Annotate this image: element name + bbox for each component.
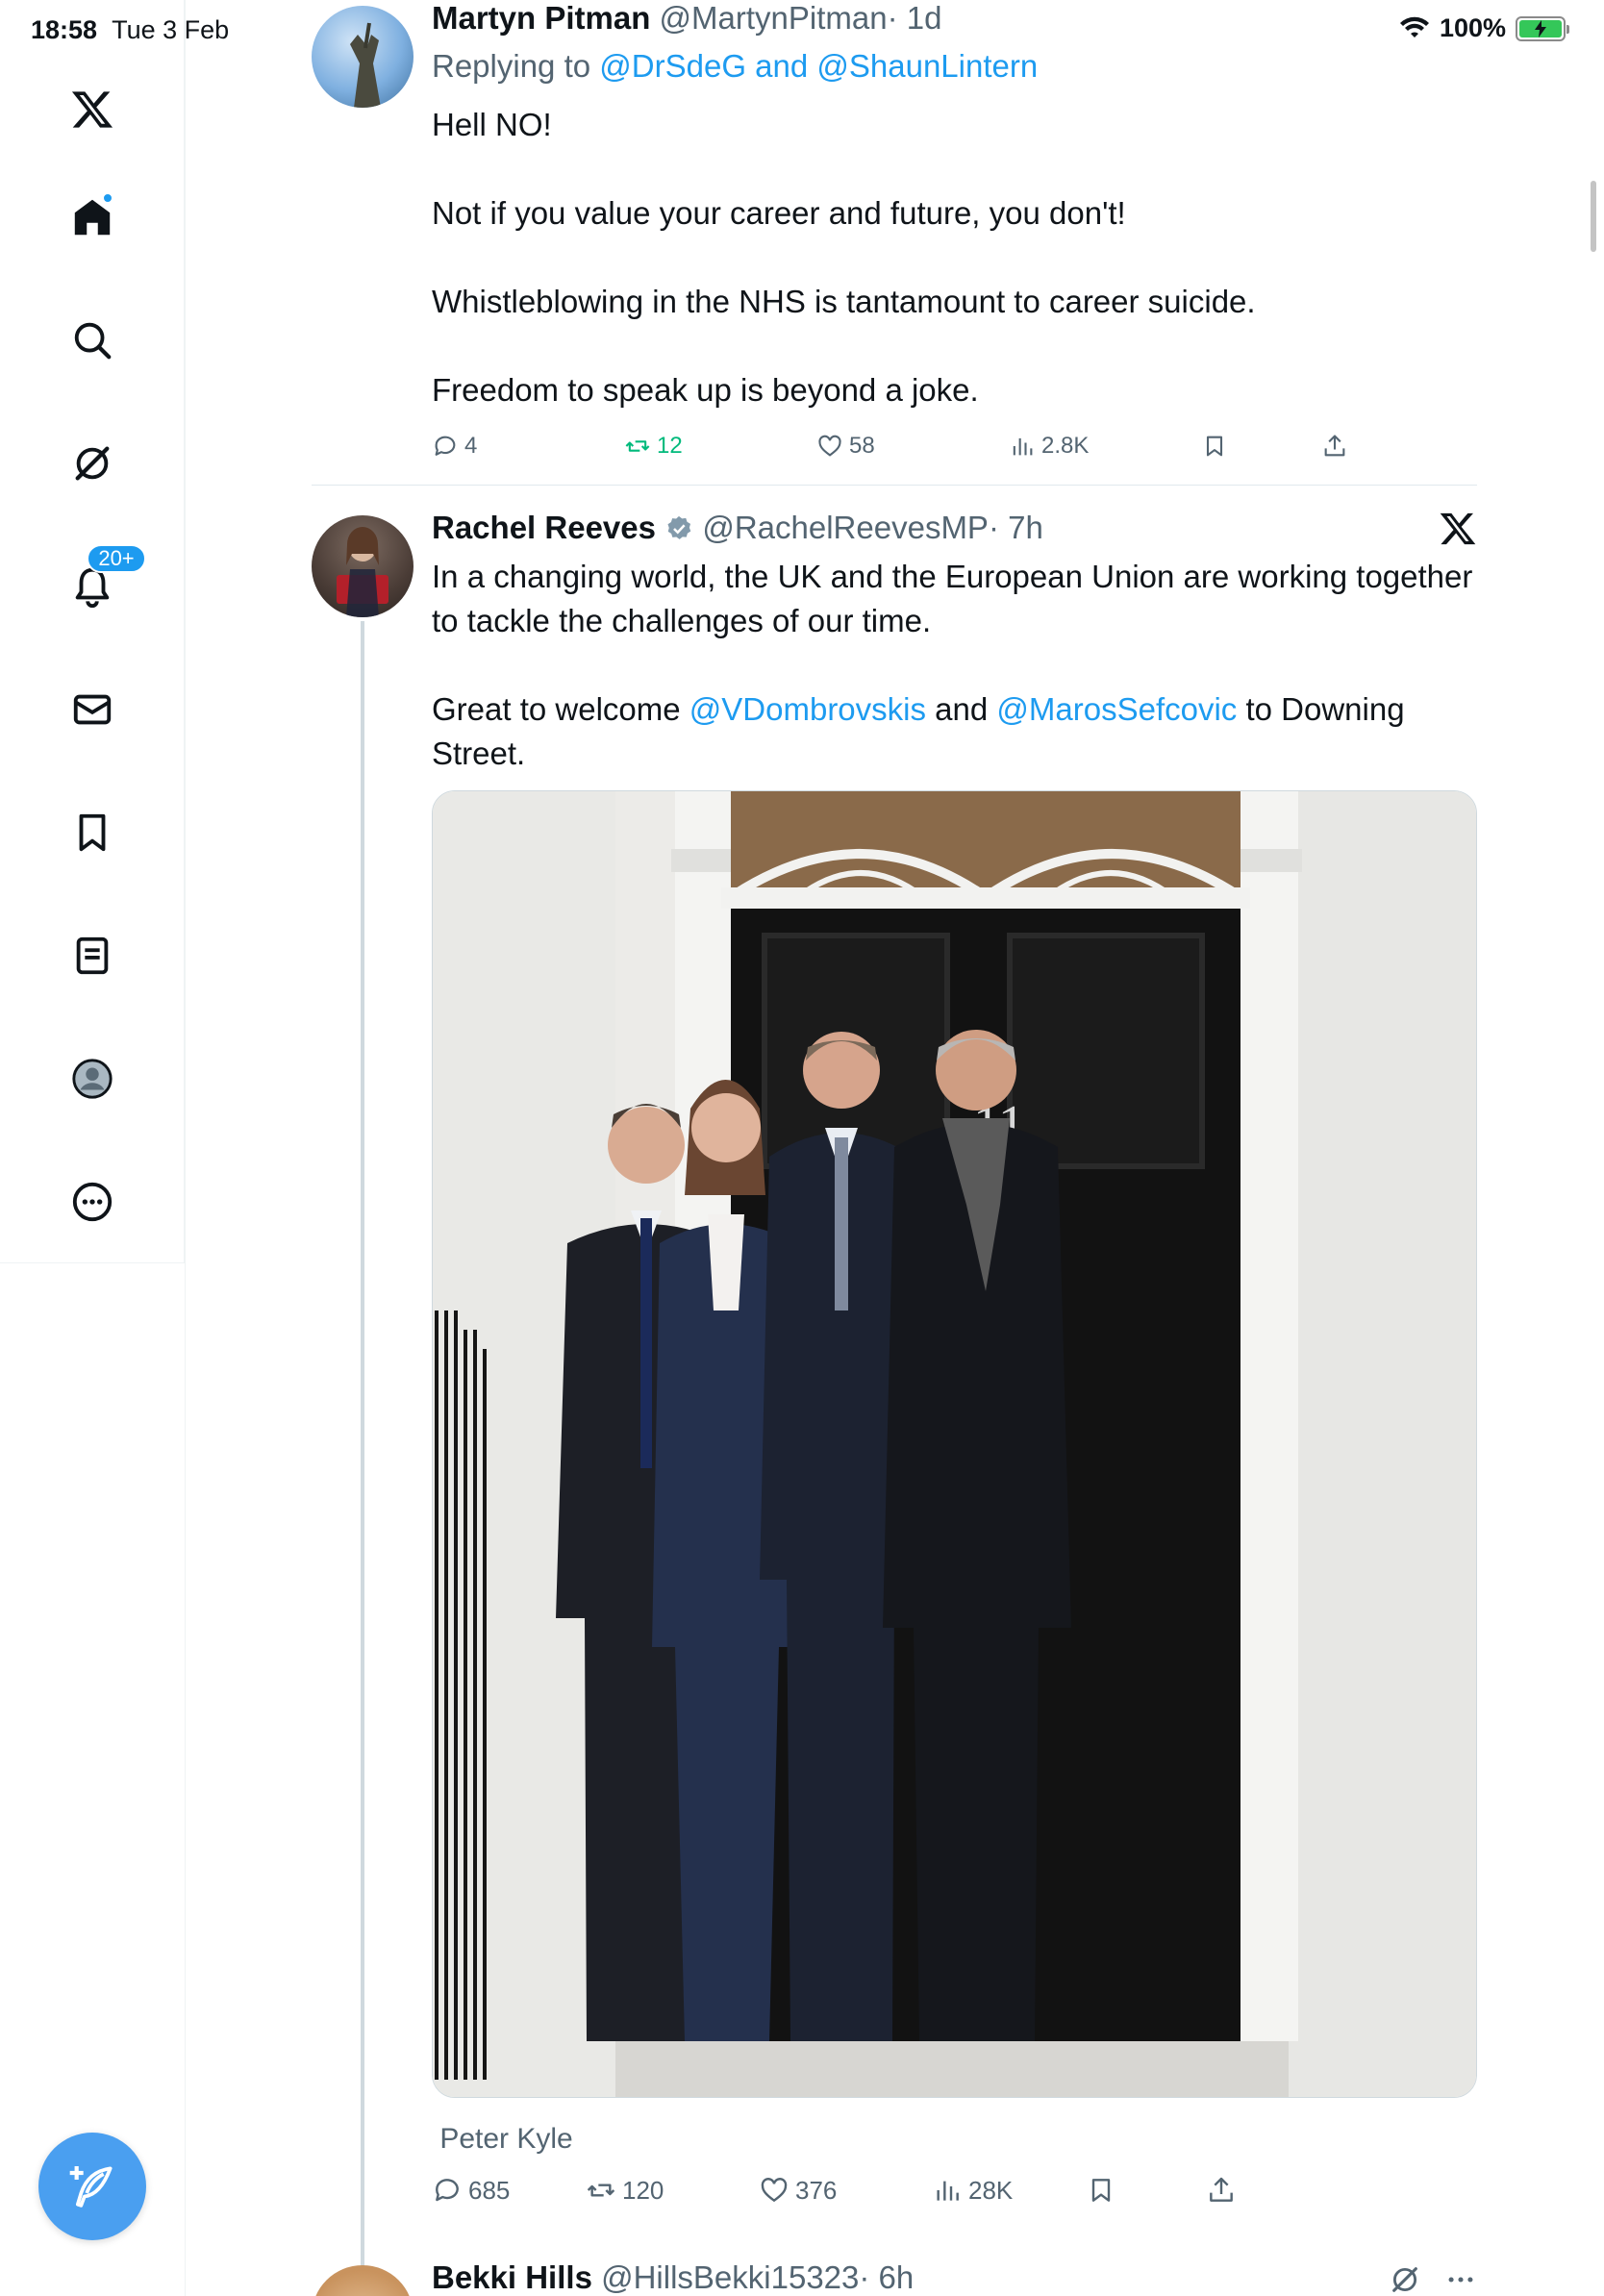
- author-name[interactable]: Bekki Hills: [432, 2259, 592, 2295]
- replying-to-users[interactable]: @DrSdeG and @ShaunLintern: [599, 48, 1038, 84]
- author-handle[interactable]: @MartynPitman: [660, 0, 888, 36]
- repost-button[interactable]: 120: [586, 2175, 759, 2206]
- share-button[interactable]: [1321, 433, 1348, 460]
- x-logo-icon[interactable]: [1439, 510, 1477, 548]
- share-icon: [1210, 2177, 1233, 2202]
- tweet-divider: [312, 485, 1477, 486]
- author-name[interactable]: Martyn Pitman: [432, 0, 650, 36]
- bookmark-button[interactable]: [1086, 2175, 1206, 2206]
- repost-icon: [587, 2184, 615, 2197]
- author-handle[interactable]: @HillsBekki15323: [601, 2259, 859, 2295]
- author-handle[interactable]: @RachelReevesMP: [702, 510, 989, 545]
- more-icon[interactable]: [62, 1171, 123, 1233]
- photo-tag[interactable]: Peter Kyle: [432, 2123, 572, 2156]
- feather-plus-icon: [69, 2166, 113, 2208]
- battery-percent: 100%: [1439, 13, 1506, 42]
- notifications-icon[interactable]: 20+: [62, 544, 146, 617]
- tweet-photo[interactable]: 11: [432, 790, 1477, 2098]
- sidebar: 20+: [0, 0, 185, 1263]
- reply-icon: [436, 2179, 459, 2202]
- tweet-actions: 685 120 376 28K: [432, 2171, 1393, 2209]
- profile-avatar-icon[interactable]: [62, 1048, 123, 1110]
- avatar[interactable]: [312, 2265, 414, 2296]
- reply-button[interactable]: 4: [432, 433, 624, 460]
- tweet-text: Hell NO! Not if you value your career an…: [432, 107, 1256, 408]
- share-button[interactable]: [1206, 2175, 1237, 2206]
- tweet-header: Martyn Pitman @MartynPitman· 1d: [432, 0, 941, 37]
- reply-button[interactable]: 685: [432, 2175, 586, 2206]
- wifi-icon: [1399, 16, 1429, 37]
- verified-badge-icon: [667, 515, 691, 539]
- mention-link[interactable]: @MarosSefcovic: [996, 691, 1237, 727]
- compose-post-button[interactable]: [38, 2133, 146, 2240]
- notifications-badge: 20+: [87, 544, 146, 573]
- post-time[interactable]: · 1d: [888, 0, 942, 36]
- views-button[interactable]: 2.8K: [1009, 433, 1201, 460]
- status-indicators: 100%: [1399, 13, 1569, 43]
- views-button[interactable]: 28K: [932, 2175, 1086, 2206]
- repost-button[interactable]: 12: [624, 433, 816, 460]
- battery-icon: [1516, 15, 1569, 41]
- home-icon[interactable]: [62, 187, 123, 248]
- mention-link[interactable]: @VDombrovskis: [689, 691, 926, 727]
- views-icon: [937, 2181, 959, 2201]
- reply-icon: [435, 436, 456, 456]
- avatar[interactable]: [312, 515, 414, 617]
- heart-icon: [761, 2178, 788, 2203]
- search-icon[interactable]: [62, 310, 123, 371]
- like-button[interactable]: 58: [816, 433, 1009, 460]
- x-logo-icon[interactable]: [62, 79, 123, 140]
- scrollbar-thumb[interactable]: [1591, 181, 1596, 252]
- lists-icon[interactable]: [62, 925, 123, 986]
- post-time[interactable]: · 7h: [989, 510, 1043, 545]
- sidebar-divider: [185, 0, 186, 2296]
- views-icon: [1013, 437, 1033, 456]
- tweet-actions: 4 12 58 2.8K: [432, 427, 1393, 465]
- bookmark-button[interactable]: [1201, 433, 1321, 460]
- bookmark-icon: [1091, 2179, 1111, 2202]
- share-icon: [1324, 435, 1345, 457]
- post-time[interactable]: · 6h: [859, 2259, 914, 2295]
- bookmarks-icon[interactable]: [62, 802, 123, 863]
- tweet-header: Rachel Reeves @RachelReevesMP· 7h: [432, 510, 1043, 546]
- grok-icon[interactable]: [62, 433, 123, 494]
- grok-icon[interactable]: [1389, 2263, 1421, 2296]
- replying-to: Replying to @DrSdeG and @ShaunLintern: [432, 48, 1039, 84]
- home-unread-dot: [102, 192, 113, 204]
- bookmark-icon: [1206, 436, 1223, 457]
- heart-icon: [818, 435, 841, 457]
- messages-icon[interactable]: [62, 679, 123, 740]
- avatar[interactable]: [312, 6, 414, 108]
- like-button[interactable]: 376: [759, 2175, 932, 2206]
- tweet-text: In a changing world, the UK and the Euro…: [432, 559, 1473, 771]
- thread-connector: [361, 621, 364, 2269]
- repost-icon: [625, 440, 650, 452]
- more-options-icon[interactable]: [1444, 2263, 1477, 2296]
- author-name[interactable]: Rachel Reeves: [432, 510, 656, 545]
- tweet-header: Bekki Hills @HillsBekki15323· 6h: [432, 2259, 914, 2296]
